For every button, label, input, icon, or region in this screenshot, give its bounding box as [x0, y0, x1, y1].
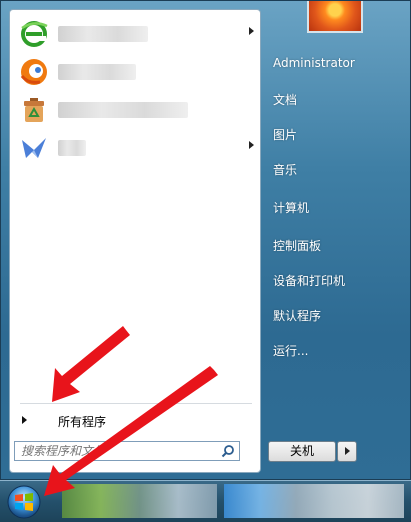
recycle-bin-icon: [24, 98, 44, 122]
search-input[interactable]: [15, 442, 215, 460]
triangle-right-icon: [22, 416, 27, 424]
program-item-1[interactable]: [14, 16, 256, 52]
shutdown-button[interactable]: 关机: [268, 441, 336, 462]
link-music[interactable]: 音乐: [273, 161, 297, 178]
orange-bird-icon: [20, 59, 47, 85]
user-avatar[interactable]: [307, 1, 363, 33]
search-icon[interactable]: [221, 444, 235, 458]
program-name-blurred: [58, 140, 86, 156]
link-default-programs[interactable]: 默认程序: [273, 307, 321, 324]
search-box[interactable]: [14, 441, 240, 461]
chevron-right-icon: [345, 447, 350, 455]
chevron-right-icon: [249, 27, 254, 35]
program-name-blurred: [58, 102, 188, 118]
user-name-link[interactable]: Administrator: [273, 56, 355, 70]
all-programs-label: 所有程序: [58, 415, 107, 429]
chevron-right-icon: [249, 141, 254, 149]
shutdown-options-button[interactable]: [337, 441, 357, 462]
link-run[interactable]: 运行...: [273, 342, 308, 359]
start-menu: 所有程序 Administrator 文档 图片 音乐 计算机 控制面板 设备和…: [0, 0, 411, 480]
program-name-blurred: [58, 64, 136, 80]
program-name-blurred: [58, 26, 148, 42]
link-docs[interactable]: 文档: [273, 91, 297, 108]
all-programs-item[interactable]: 所有程序: [20, 410, 252, 432]
browser-e-icon: [21, 21, 48, 47]
programs-pane: 所有程序: [9, 9, 261, 473]
separator: [20, 403, 252, 404]
program-item-3[interactable]: [14, 92, 256, 128]
program-item-4[interactable]: [14, 130, 256, 166]
link-computer[interactable]: 计算机: [273, 199, 309, 216]
link-devices-printers[interactable]: 设备和打印机: [273, 272, 345, 289]
blue-bird-icon: [22, 138, 46, 158]
program-item-2[interactable]: [14, 54, 256, 90]
taskbar-app-blurred[interactable]: [62, 484, 217, 518]
link-pictures[interactable]: 图片: [273, 126, 297, 143]
windows-start-icon[interactable]: [4, 484, 44, 520]
taskbar-app-blurred[interactable]: [224, 484, 404, 518]
link-control-panel[interactable]: 控制面板: [273, 237, 321, 254]
